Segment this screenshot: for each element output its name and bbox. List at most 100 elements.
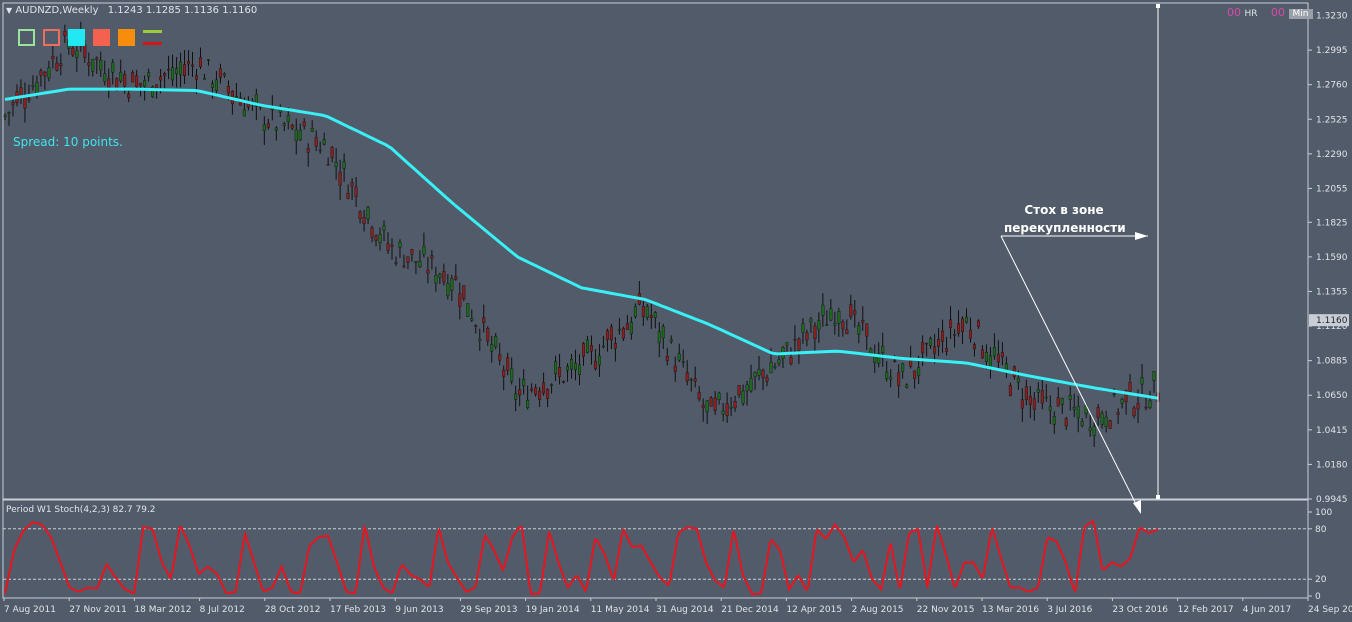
chart-canvas[interactable]: 1.3230 1.2995 1.2760 1.2525 1.2290 1.2055 1.18… bbox=[0, 0, 1352, 622]
moving-average-line bbox=[4, 87, 1159, 400]
candle-body bbox=[1076, 406, 1080, 419]
time-axis-label: 13 Mar 2016 bbox=[982, 605, 1039, 615]
green-outline-square[interactable] bbox=[18, 29, 35, 46]
price-axis-label: 1.0885 bbox=[1316, 357, 1348, 367]
hr-value: 00 bbox=[1227, 6, 1241, 19]
candle-body bbox=[665, 356, 669, 361]
candle-body bbox=[961, 318, 965, 332]
candle-body bbox=[39, 70, 43, 76]
candle-body bbox=[1068, 395, 1072, 400]
candle-body bbox=[206, 59, 210, 61]
candle-body bbox=[534, 387, 538, 395]
candle-body bbox=[234, 96, 238, 98]
candle-body bbox=[1052, 416, 1056, 425]
price-axis-label: 1.1825 bbox=[1316, 218, 1348, 228]
candle-body bbox=[242, 109, 246, 117]
candle-body bbox=[318, 149, 322, 152]
candle-body bbox=[202, 78, 206, 80]
candle-body bbox=[382, 225, 386, 231]
time-axis-label: 8 Jul 2012 bbox=[200, 605, 245, 615]
candle-body bbox=[1000, 352, 1004, 358]
candle-body bbox=[789, 357, 793, 364]
tomato-square[interactable] bbox=[93, 29, 110, 46]
candle-body bbox=[482, 317, 486, 323]
candle-body bbox=[518, 389, 522, 396]
price-axis-label: 1.2290 bbox=[1316, 150, 1348, 160]
vertical-line-handle-top bbox=[1156, 4, 1160, 8]
candle-body bbox=[143, 80, 147, 87]
candle-body bbox=[1140, 377, 1144, 385]
candle-body bbox=[430, 255, 434, 259]
candle-body bbox=[673, 365, 677, 372]
candle-body bbox=[737, 385, 741, 396]
candle-body bbox=[1020, 399, 1024, 409]
candle-body bbox=[972, 344, 976, 350]
red-outline-square[interactable] bbox=[43, 29, 60, 46]
green-red-lines[interactable] bbox=[143, 29, 162, 46]
time-axis-label: 28 Oct 2012 bbox=[265, 605, 321, 615]
candle-body bbox=[1152, 370, 1156, 381]
candle-body bbox=[1132, 407, 1136, 417]
candle-body bbox=[454, 276, 458, 280]
timer-panel: 00 HR 00 Min bbox=[1227, 6, 1313, 19]
candle-body bbox=[183, 64, 187, 77]
candle-body bbox=[47, 67, 51, 79]
candle-body bbox=[562, 381, 566, 383]
candle-body bbox=[87, 62, 91, 66]
candle-body bbox=[434, 275, 438, 284]
candle-body bbox=[63, 30, 67, 36]
time-axis-label: 11 May 2014 bbox=[591, 605, 650, 615]
dropdown-arrow-icon[interactable]: ▼ bbox=[6, 6, 12, 15]
candle-body bbox=[601, 345, 605, 348]
candle-body bbox=[757, 369, 761, 376]
candle-body bbox=[1116, 412, 1120, 415]
time-axis-label: 2 Aug 2015 bbox=[852, 605, 904, 615]
candle-body bbox=[765, 377, 769, 382]
candle-body bbox=[609, 326, 613, 341]
candle-body bbox=[374, 235, 378, 241]
candle-body bbox=[414, 261, 418, 263]
candle-body bbox=[398, 241, 402, 248]
candle-body bbox=[653, 312, 657, 318]
candle-body bbox=[390, 244, 394, 247]
candle-body bbox=[681, 361, 685, 363]
candle-body bbox=[91, 58, 95, 72]
time-axis-label: 21 Dec 2014 bbox=[721, 605, 779, 615]
time-axis-label: 27 Nov 2011 bbox=[69, 605, 127, 615]
candle-body bbox=[494, 336, 498, 347]
candle-body bbox=[350, 182, 354, 187]
candle-body bbox=[462, 285, 466, 299]
candle-body bbox=[957, 323, 961, 334]
candle-body bbox=[1040, 390, 1044, 404]
candle-body bbox=[1072, 407, 1076, 410]
candle-body bbox=[498, 354, 502, 361]
candle-body bbox=[649, 315, 653, 318]
stoch-axis-label: 100 bbox=[1315, 508, 1332, 518]
candle-body bbox=[1048, 406, 1052, 411]
candle-body bbox=[3, 114, 7, 117]
candle-body bbox=[829, 308, 833, 321]
candle-body bbox=[175, 68, 179, 75]
candle-body bbox=[450, 278, 454, 291]
candle-body bbox=[773, 366, 777, 368]
candle-body bbox=[346, 193, 350, 199]
candle-body bbox=[51, 56, 55, 60]
candle-body bbox=[725, 403, 729, 416]
candle-body bbox=[522, 379, 526, 386]
cyan-square[interactable] bbox=[68, 29, 85, 46]
time-axis-label: 12 Feb 2017 bbox=[1178, 605, 1234, 615]
candle-body bbox=[1104, 416, 1108, 427]
candle-body bbox=[885, 371, 889, 379]
orange-square[interactable] bbox=[118, 29, 135, 46]
candle-body bbox=[286, 114, 290, 122]
candle-body bbox=[466, 303, 470, 317]
candle-body bbox=[402, 265, 406, 268]
candle-body bbox=[1120, 398, 1124, 404]
candle-body bbox=[713, 397, 717, 411]
candle-body bbox=[282, 123, 286, 126]
candle-body bbox=[322, 139, 326, 145]
candle-body bbox=[617, 328, 621, 331]
candle-body bbox=[805, 332, 809, 341]
candle-body bbox=[733, 401, 737, 409]
candle-body bbox=[1004, 363, 1008, 371]
